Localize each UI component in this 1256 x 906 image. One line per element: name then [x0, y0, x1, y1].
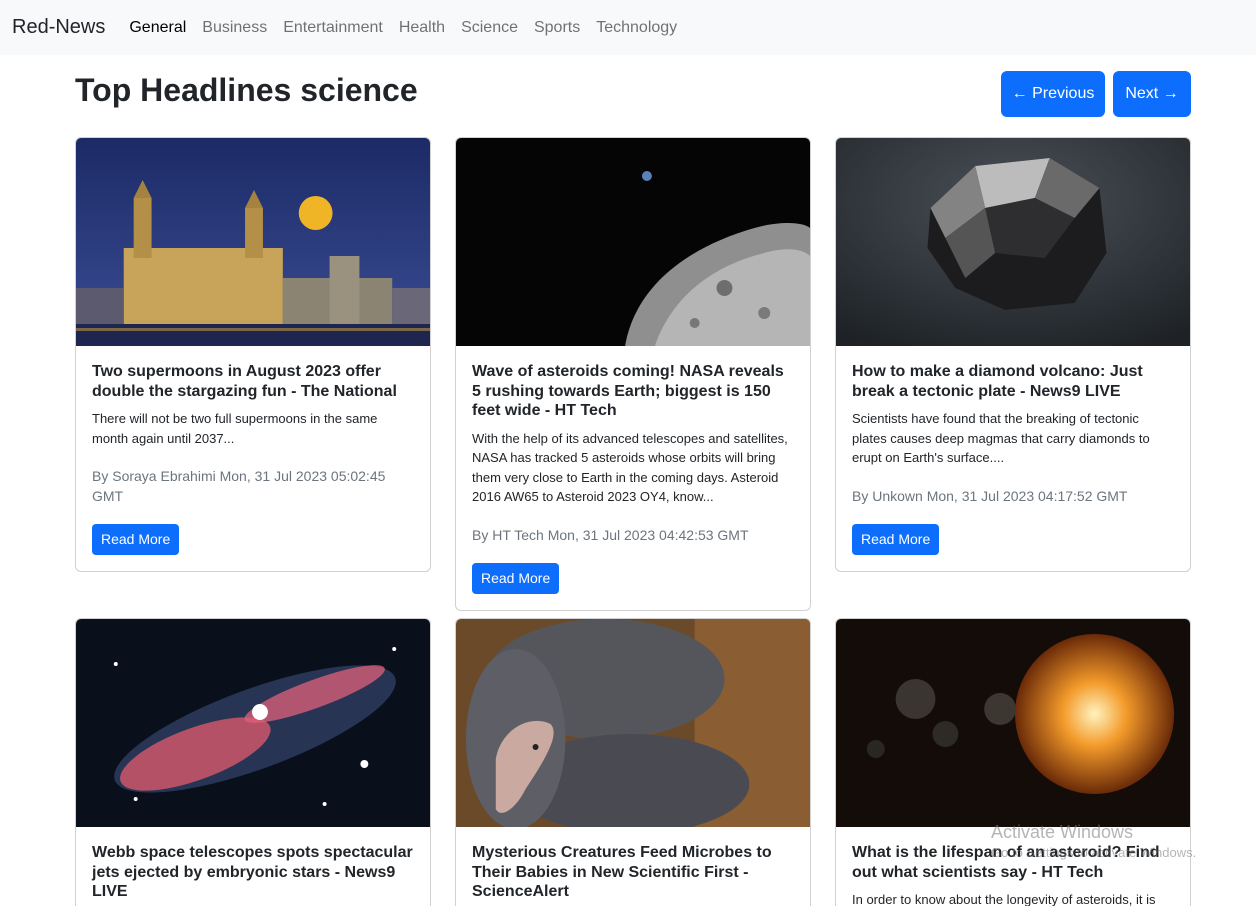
- news-card: Wave of asteroids coming! NASA reveals 5…: [455, 137, 811, 611]
- read-more-button[interactable]: Read More: [92, 524, 180, 555]
- article-title: Two supermoons in August 2023 offer doub…: [92, 363, 397, 400]
- article-description: With the help of its advanced telescopes…: [472, 430, 788, 505]
- article-description: Scientists have found that the breaking …: [852, 411, 1150, 465]
- previous-button[interactable]: ← Previous: [1001, 71, 1105, 117]
- nav-health[interactable]: Health: [391, 19, 453, 37]
- asteroid-image: [456, 138, 810, 346]
- exploding-planet-image: [836, 619, 1190, 827]
- nav-general[interactable]: General: [121, 19, 194, 37]
- news-card: Two supermoons in August 2023 offer doub…: [75, 137, 431, 572]
- news-card: Mysterious Creatures Feed Microbes to Th…: [455, 618, 811, 906]
- nav-entertainment[interactable]: Entertainment: [275, 19, 391, 37]
- nav-science[interactable]: Science: [453, 19, 526, 37]
- article-meta: By Soraya Ebrahimi Mon, 31 Jul 2023 05:0…: [92, 468, 386, 504]
- article-meta: By HT Tech Mon, 31 Jul 2023 04:42:53 GMT: [472, 526, 749, 543]
- diamond-rock-image: [836, 138, 1190, 346]
- city-night-moon-image: [76, 138, 430, 346]
- article-title: How to make a diamond volcano: Just brea…: [852, 363, 1143, 400]
- brand-link[interactable]: Red-News: [12, 16, 105, 39]
- news-card: What is the lifespan of an asteroid? Fin…: [835, 618, 1191, 906]
- caecilian-image: [456, 619, 810, 827]
- news-card: How to make a diamond volcano: Just brea…: [835, 137, 1191, 572]
- article-title: Wave of asteroids coming! NASA reveals 5…: [472, 363, 784, 419]
- nav-sports[interactable]: Sports: [526, 19, 588, 37]
- page-title: Top Headlines science: [75, 72, 418, 108]
- article-title: Mysterious Creatures Feed Microbes to Th…: [472, 844, 772, 900]
- navbar: Red-News General Business Entertainment …: [0, 0, 1256, 55]
- article-title: What is the lifespan of an asteroid? Fin…: [852, 844, 1160, 881]
- next-button[interactable]: Next →: [1113, 71, 1191, 117]
- read-more-button[interactable]: Read More: [852, 523, 940, 555]
- article-title: Webb space telescopes spots spectacular …: [92, 844, 413, 900]
- article-description: There will not be two full supermoons in…: [92, 411, 378, 446]
- article-meta: By Unkown Mon, 31 Jul 2023 04:17:52 GMT: [852, 487, 1128, 504]
- read-more-button[interactable]: Read More: [472, 562, 560, 594]
- nebula-jets-image: [76, 619, 430, 827]
- news-card: Webb space telescopes spots spectacular …: [75, 618, 431, 906]
- article-description: In order to know about the longevity of …: [852, 892, 1156, 906]
- nav-business[interactable]: Business: [194, 19, 275, 37]
- nav-technology[interactable]: Technology: [588, 19, 685, 37]
